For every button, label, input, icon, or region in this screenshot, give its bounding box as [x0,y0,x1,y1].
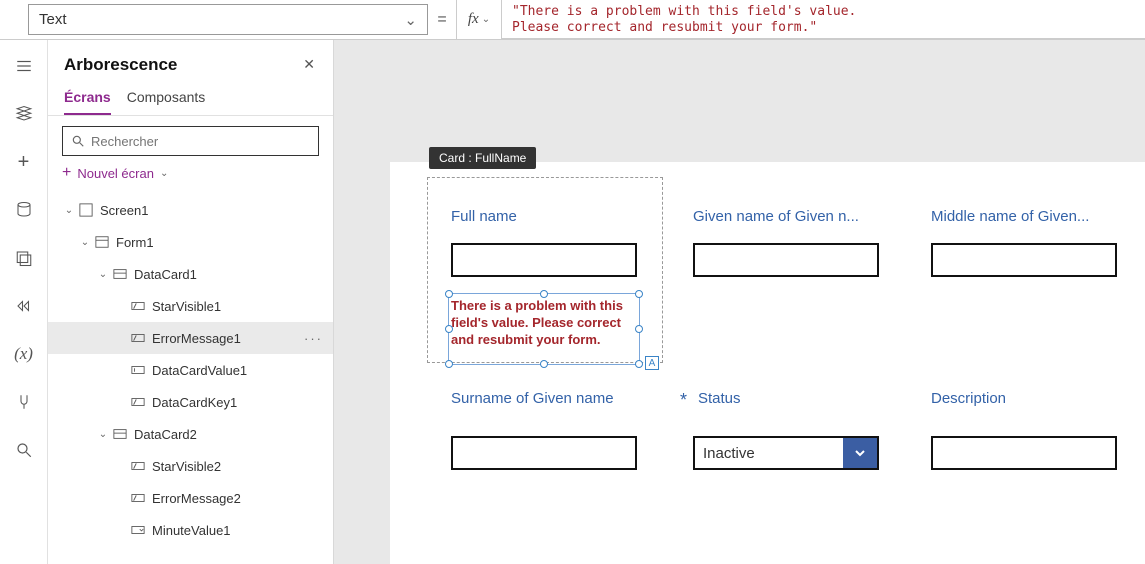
label-givenname: Given name of Given n... [693,208,859,225]
rail-tools-icon[interactable] [12,390,36,414]
tree-item-datacardkey1[interactable]: DataCardKey1 [48,386,333,418]
tree-item-label: DataCard1 [134,267,197,282]
resize-handle[interactable] [635,290,643,298]
accessibility-badge-icon[interactable]: A [645,356,659,370]
chevron-down-icon: ⌄ [160,168,168,179]
property-selector-value: Text [39,11,67,28]
resize-handle[interactable] [540,360,548,368]
tree-item-label: StarVisible1 [152,299,221,314]
label-fullname: Full name [451,208,517,225]
rail-insert-icon[interactable]: + [12,150,36,174]
panel-tabs: Écrans Composants [48,83,333,116]
dropdown-icon [130,522,146,538]
tree-item-errormessage1[interactable]: ErrorMessage1 ··· [48,322,333,354]
input-description[interactable] [931,436,1117,470]
label-icon [130,394,146,410]
tree-item-label: DataCard2 [134,427,197,442]
input-status[interactable]: Inactive [693,436,879,470]
tree-view: ⌄ Screen1 ⌄ Form1 ⌄ DataCard1 StarVisibl… [48,190,333,564]
tree-panel: Arborescence ✕ Écrans Composants + Nouve… [48,40,334,564]
formula-bar: Text ⌄ = fx ⌄ "There is a problem with t… [0,0,1145,40]
tree-item-errormessage2[interactable]: ErrorMessage2 [48,482,333,514]
rail-hamburger-icon[interactable] [12,54,36,78]
card-icon [112,266,128,282]
tree-item-label: ErrorMessage2 [152,491,241,506]
canvas[interactable]: Card : FullName Full name Given name of … [334,40,1145,564]
panel-title: Arborescence [64,55,177,75]
new-screen-button[interactable]: + Nouvel écran ⌄ [48,162,333,190]
property-selector[interactable]: Text ⌄ [28,4,428,35]
resize-handle[interactable] [445,290,453,298]
fx-button[interactable]: fx ⌄ [456,0,502,39]
tree-item-label: StarVisible2 [152,459,221,474]
tab-screens[interactable]: Écrans [64,83,111,115]
tree-item-screen1[interactable]: ⌄ Screen1 [48,194,333,226]
card-icon [112,426,128,442]
plus-icon: + [62,164,71,182]
label-icon [130,298,146,314]
left-rail: + (x) [0,40,48,564]
tab-components[interactable]: Composants [127,83,206,115]
rail-media-icon[interactable] [12,246,36,270]
chevron-down-icon: ⌄ [96,429,110,440]
dropdown-arrow-icon[interactable] [843,438,877,468]
tree-item-datacard2[interactable]: ⌄ DataCard2 [48,418,333,450]
rail-data-icon[interactable] [12,198,36,222]
chevron-down-icon: ⌄ [404,11,417,29]
input-fullname[interactable] [451,243,637,277]
input-givenname[interactable] [693,243,879,277]
resize-handle[interactable] [635,325,643,333]
rail-flows-icon[interactable] [12,294,36,318]
tree-item-form1[interactable]: ⌄ Form1 [48,226,333,258]
tree-item-label: Form1 [116,235,154,250]
tree-item-label: DataCardKey1 [152,395,237,410]
tree-item-datacardvalue1[interactable]: DataCardValue1 [48,354,333,386]
tree-item-datacard1[interactable]: ⌄ DataCard1 [48,258,333,290]
status-value: Inactive [695,438,843,468]
tree-item-label: ErrorMessage1 [152,331,241,346]
resize-handle[interactable] [445,325,453,333]
close-icon[interactable]: ✕ [299,52,319,77]
chevron-down-icon: ⌄ [78,237,92,248]
label-status: Status [698,390,741,407]
label-icon [130,330,146,346]
label-icon [130,490,146,506]
textinput-icon [130,362,146,378]
form-icon [94,234,110,250]
resize-handle[interactable] [445,360,453,368]
control-selection[interactable]: A [448,293,640,365]
equals-sign: = [428,0,456,39]
rail-variables-icon[interactable]: (x) [12,342,36,366]
rail-tree-icon[interactable] [12,102,36,126]
label-surname: Surname of Given name [451,390,614,407]
tree-item-label: DataCardValue1 [152,363,247,378]
tree-item-minutevalue1[interactable]: MinuteValue1 [48,514,333,546]
input-surname[interactable] [451,436,637,470]
search-input[interactable] [91,134,310,149]
formula-input[interactable]: "There is a problem with this field's va… [502,0,1145,39]
label-middlename: Middle name of Given... [931,208,1089,225]
more-icon[interactable]: ··· [304,331,323,346]
tree-item-label: MinuteValue1 [152,523,231,538]
new-screen-label: Nouvel écran [77,166,154,181]
resize-handle[interactable] [635,360,643,368]
selection-chip[interactable]: Card : FullName [429,147,536,169]
tree-item-starvisible1[interactable]: StarVisible1 [48,290,333,322]
search-input-wrap[interactable] [62,126,319,156]
tree-item-starvisible2[interactable]: StarVisible2 [48,450,333,482]
rail-search-icon[interactable] [12,438,36,462]
chevron-down-icon: ⌄ [482,14,490,25]
screen-icon [78,202,94,218]
required-star-icon: * [680,390,687,411]
input-middlename[interactable] [931,243,1117,277]
label-description: Description [931,390,1006,407]
tree-item-label: Screen1 [100,203,148,218]
chevron-down-icon: ⌄ [62,205,76,216]
label-icon [130,458,146,474]
chevron-down-icon: ⌄ [96,269,110,280]
resize-handle[interactable] [540,290,548,298]
fx-icon: fx [468,11,479,28]
search-icon [71,134,85,148]
